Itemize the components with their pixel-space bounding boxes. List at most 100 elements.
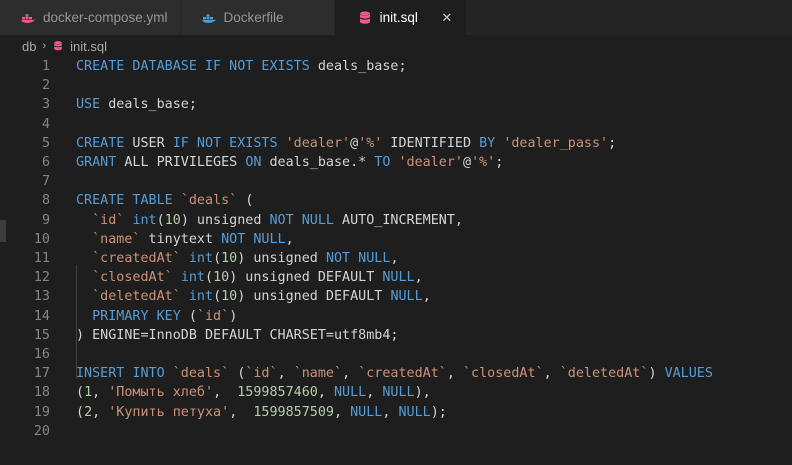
sql-text: , xyxy=(390,251,399,266)
sql-keyword: int xyxy=(188,251,214,266)
code-line[interactable]: 7 xyxy=(0,172,792,191)
tab-label: docker-compose.yml xyxy=(43,10,168,25)
sql-text: ) unsigned DEFAULT xyxy=(229,270,383,286)
code-text: CREATE USER IF NOT EXISTS 'dealer'@'%' I… xyxy=(76,134,616,153)
code-line[interactable]: 9 `id` int(10) unsigned NOT NULL AUTO_IN… xyxy=(0,211,792,230)
sql-keyword: BY xyxy=(479,135,496,151)
code-line[interactable]: 6 GRANT ALL PRIVILEGES ON deals_base.* TO… xyxy=(0,153,792,172)
code-text: ) ENGINE=InnoDB DEFAULT CHARSET=utf8mb4; xyxy=(76,326,398,345)
code-text: CREATE TABLE `deals` ( xyxy=(76,191,253,210)
sql-text: ( xyxy=(213,289,222,305)
breadcrumb-file[interactable]: init.sql xyxy=(70,39,107,54)
tab-init-sql[interactable]: init.sql ✕ xyxy=(334,0,467,35)
line-number: 20 xyxy=(33,423,50,439)
code-line[interactable]: 10 `name` tinytext NOT NULL, xyxy=(0,230,792,249)
code-line[interactable]: 14 PRIMARY KEY (`id`) xyxy=(0,307,792,326)
code-line[interactable]: 5 CREATE USER IF NOT EXISTS 'dealer'@'%' … xyxy=(0,134,792,153)
line-number: 11 xyxy=(33,251,50,266)
sql-text: deals_base.* xyxy=(261,155,375,170)
sql-number: 1 xyxy=(84,385,93,401)
sql-number: 10 xyxy=(213,270,230,286)
code-line[interactable]: 20 xyxy=(0,422,792,441)
sql-keyword: NOT NULL xyxy=(325,251,391,266)
code-text: `id` int(10) unsigned NOT NULL AUTO_INCR… xyxy=(76,211,463,230)
chevron-right-icon: › xyxy=(42,40,47,52)
line-number: 3 xyxy=(41,97,50,113)
sql-text: , xyxy=(213,385,238,401)
code-line[interactable]: 12 `closedAt` int(10) unsigned DEFAULT N… xyxy=(0,268,792,287)
close-icon[interactable]: ✕ xyxy=(440,10,454,26)
sql-number: 1599857509 xyxy=(253,404,334,420)
code-line[interactable]: 11 `createdAt` int(10) unsigned NOT NULL… xyxy=(0,249,792,268)
code-line[interactable]: 1 CREATE DATABASE IF NOT EXISTS deals_bas… xyxy=(0,57,792,76)
breadcrumb: db › init.sql xyxy=(0,35,792,57)
code-line[interactable]: 2 xyxy=(0,76,792,95)
code-line[interactable]: 8 CREATE TABLE `deals` ( xyxy=(0,191,792,210)
tab-docker-compose[interactable]: docker-compose.yml xyxy=(0,0,181,35)
sql-keyword: CREATE xyxy=(76,135,125,151)
sql-text: ) unsigned xyxy=(180,212,270,228)
sql-keyword: INSERT INTO xyxy=(76,366,165,382)
sql-text: tinytext xyxy=(140,231,222,247)
docker-icon xyxy=(20,10,36,26)
sql-keyword: NULL xyxy=(390,289,423,305)
line-number: 9 xyxy=(41,212,50,228)
sql-keyword: NULL xyxy=(334,385,367,401)
code-text: `closedAt` int(10) unsigned DEFAULT NULL… xyxy=(76,268,423,287)
sql-string: '%' xyxy=(358,135,383,151)
sql-keyword: NULL xyxy=(382,270,415,286)
sql-keyword: int xyxy=(132,212,157,228)
sql-string: `name` xyxy=(92,231,141,247)
sql-keyword: NULL xyxy=(398,404,431,420)
code-line[interactable]: 15 ) ENGINE=InnoDB DEFAULT CHARSET=utf8mb… xyxy=(0,326,792,345)
code-line[interactable]: 18 (1, 'Помыть хлеб', 1599857460, NULL, N… xyxy=(0,383,792,402)
sql-text: , xyxy=(414,270,423,286)
code-line[interactable]: 17 INSERT INTO `deals` (`id`, `name`, `cr… xyxy=(0,364,792,383)
line-number: 4 xyxy=(41,116,50,132)
sql-string: `id` xyxy=(245,366,278,382)
sql-text: , xyxy=(543,366,560,382)
sql-text: AUTO_INCREMENT, xyxy=(334,212,463,228)
sql-keyword: VALUES xyxy=(664,366,713,382)
sql-text: IDENTIFIED xyxy=(382,135,480,151)
line-number: 15 xyxy=(33,327,50,343)
sql-text: , xyxy=(334,404,351,420)
line-number: 19 xyxy=(33,404,50,420)
sql-string: 'Купить петуха' xyxy=(108,404,230,420)
code-line[interactable]: 13 `deletedAt` int(10) unsigned DEFAULT … xyxy=(0,287,792,306)
sql-string: `name` xyxy=(293,366,343,382)
code-editor[interactable]: 1 CREATE DATABASE IF NOT EXISTS deals_bas… xyxy=(0,56,792,465)
line-number: 14 xyxy=(33,308,50,324)
sql-text: ( xyxy=(229,366,246,382)
sql-text: , xyxy=(317,385,334,401)
sql-keyword: ON xyxy=(245,155,262,170)
sql-text: , xyxy=(92,385,109,401)
tab-label: init.sql xyxy=(379,10,418,25)
code-text: `createdAt` int(10) unsigned NOT NULL, xyxy=(76,249,399,268)
sql-text: @ xyxy=(463,155,472,170)
sql-text: USER xyxy=(124,135,173,151)
sql-text: , xyxy=(446,366,463,382)
database-icon xyxy=(52,39,64,53)
sql-number: 1599857460 xyxy=(237,385,318,401)
code-line[interactable]: 4 xyxy=(0,115,792,134)
sql-string: `createdAt` xyxy=(358,366,447,382)
sql-text: , xyxy=(92,404,109,420)
code-line[interactable]: 19 (2, 'Купить петуха', 1599857509, NULL,… xyxy=(0,403,792,422)
code-line[interactable]: 16 xyxy=(0,345,792,364)
code-line[interactable]: 3 USE deals_base; xyxy=(0,95,792,114)
sql-text: ) unsigned DEFAULT xyxy=(237,289,391,305)
tab-dockerfile[interactable]: Dockerfile xyxy=(180,0,335,35)
sql-string: `deals` xyxy=(172,366,230,382)
sql-keyword: GRANT xyxy=(76,155,117,170)
sql-keyword: NOT NULL xyxy=(269,212,335,228)
breadcrumb-folder[interactable]: db xyxy=(22,39,36,54)
sql-string: `closedAt` xyxy=(92,270,173,286)
sql-number: 2 xyxy=(84,404,93,420)
